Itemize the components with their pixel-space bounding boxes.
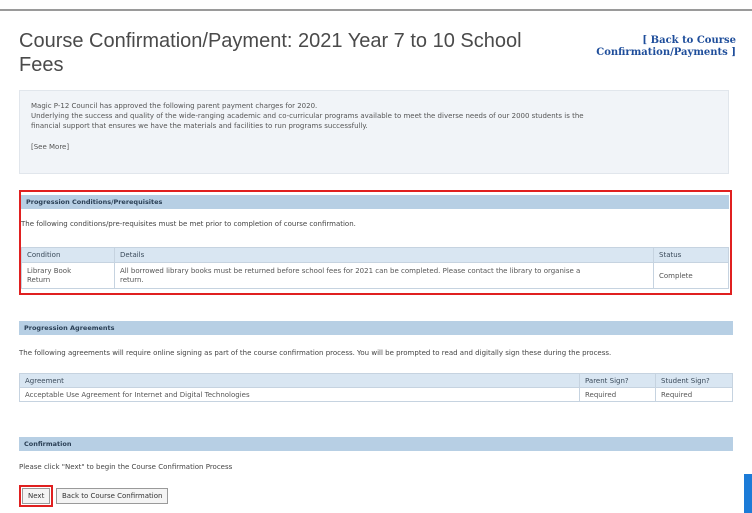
corner-tab[interactable]	[744, 474, 752, 513]
agreements-table: Agreement Parent Sign? Student Sign? Acc…	[19, 373, 733, 402]
agreements-header: Progression Agreements	[19, 321, 733, 335]
parent-sign-column-header: Parent Sign?	[579, 373, 656, 388]
agreements-description: The following agreements will require on…	[19, 349, 612, 357]
table-row: Acceptable Use Agreement for Internet an…	[19, 387, 733, 402]
next-highlight-frame	[19, 485, 53, 507]
back-to-course-confirmation-button[interactable]: Back to Course Confirmation	[56, 488, 169, 504]
page-title: Course Confirmation/Payment: 2021 Year 7…	[19, 30, 522, 76]
intro-box: Magic P-12 Council has approved the foll…	[19, 90, 729, 174]
parent-sign-cell: Required	[579, 387, 656, 402]
student-sign-cell: Required	[655, 387, 733, 402]
agreement-cell: Acceptable Use Agreement for Internet an…	[19, 387, 580, 402]
conditions-highlight-frame	[19, 190, 732, 295]
intro-line-2: Underlying the success and quality of th…	[31, 112, 584, 120]
intro-line-3: financial support that ensures we have t…	[31, 122, 368, 130]
intro-line-1: Magic P-12 Council has approved the foll…	[31, 102, 318, 110]
student-sign-column-header: Student Sign?	[655, 373, 733, 388]
back-to-course-confirmation-link[interactable]: [ Back to Course Confirmation/Payments ]	[596, 35, 736, 59]
agreement-column-header: Agreement	[19, 373, 580, 388]
confirmation-header: Confirmation	[19, 437, 733, 451]
back-link-line1: [ Back to Course	[642, 35, 736, 46]
back-link-line2: Confirmation/Payments ]	[596, 47, 736, 58]
top-divider	[0, 9, 752, 11]
confirmation-description: Please click "Next" to begin the Course …	[19, 463, 233, 471]
see-more-link[interactable]: [See More]	[31, 142, 69, 152]
